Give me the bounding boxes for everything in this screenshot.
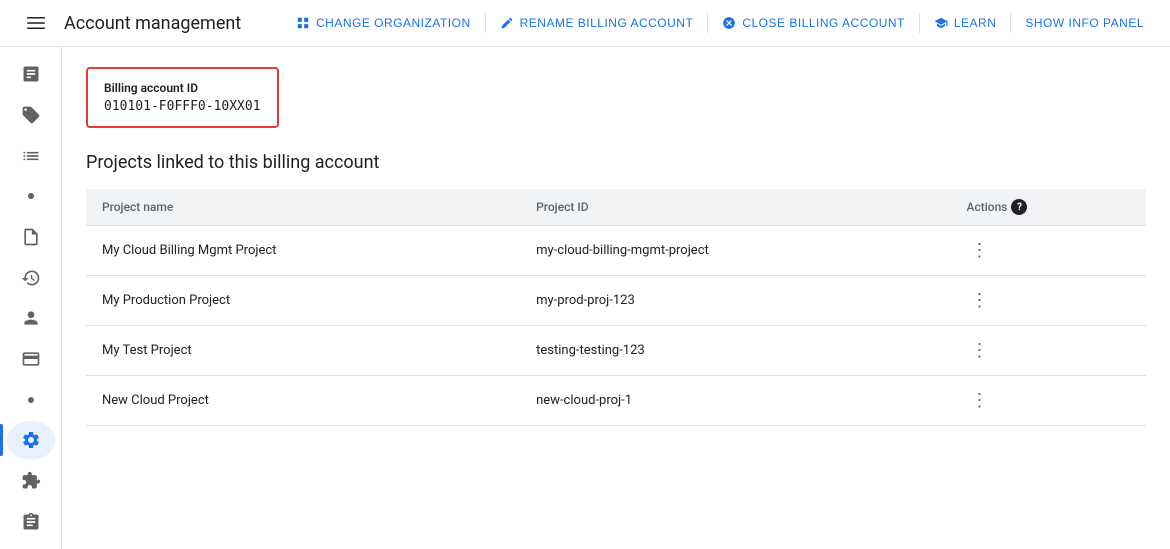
table-header: Project name Project ID Actions ?	[86, 189, 1146, 226]
main-content: Billing account ID 010101-F0FFF0-10XX01 …	[62, 47, 1170, 549]
sidebar-item-extensions[interactable]	[7, 462, 55, 501]
more-options-button[interactable]: ⋮	[967, 336, 1131, 365]
main-layout: Billing account ID 010101-F0FFF0-10XX01 …	[0, 47, 1170, 549]
sidebar-item-dot2	[7, 380, 55, 419]
sidebar-item-reports[interactable]	[7, 136, 55, 175]
table-row: My Test Project testing-testing-123 ⋮	[86, 326, 1146, 376]
sidebar-item-dot1	[7, 177, 55, 216]
learn-button[interactable]: LEARN	[924, 10, 1007, 36]
col-project-id: Project ID	[520, 189, 950, 226]
sidebar-item-invoices[interactable]	[7, 218, 55, 257]
more-options-button[interactable]: ⋮	[967, 286, 1131, 315]
sidebar	[0, 47, 62, 549]
actions-cell: ⋮	[951, 376, 1147, 426]
billing-id-label: Billing account ID	[104, 81, 261, 95]
project-id-cell: my-cloud-billing-mgmt-project	[520, 226, 950, 276]
sidebar-item-users[interactable]	[7, 299, 55, 338]
project-name-cell: My Cloud Billing Mgmt Project	[86, 226, 520, 276]
project-id-cell: new-cloud-proj-1	[520, 376, 950, 426]
divider-3	[919, 13, 920, 33]
sidebar-item-tags[interactable]	[7, 96, 55, 135]
change-org-button[interactable]: CHANGE ORGANIZATION	[286, 10, 481, 36]
billing-id-value: 010101-F0FFF0-10XX01	[104, 99, 261, 114]
billing-id-card: Billing account ID 010101-F0FFF0-10XX01	[86, 67, 279, 128]
project-id-cell: testing-testing-123	[520, 326, 950, 376]
col-project-name: Project name	[86, 189, 520, 226]
section-title: Projects linked to this billing account	[86, 152, 1146, 173]
actions-help-icon[interactable]: ?	[1011, 199, 1027, 215]
sidebar-item-commitments[interactable]	[7, 502, 55, 541]
project-name-cell: New Cloud Project	[86, 376, 520, 426]
project-id-cell: my-prod-proj-123	[520, 276, 950, 326]
divider-2	[707, 13, 708, 33]
project-name-cell: My Test Project	[86, 326, 520, 376]
actions-cell: ⋮	[951, 326, 1147, 376]
table-row: New Cloud Project new-cloud-proj-1 ⋮	[86, 376, 1146, 426]
table-row: My Production Project my-prod-proj-123 ⋮	[86, 276, 1146, 326]
actions-cell: ⋮	[951, 226, 1147, 276]
projects-table: Project name Project ID Actions ? My Clo…	[86, 189, 1146, 426]
divider-1	[485, 13, 486, 33]
topbar: Account management CHANGE ORGANIZATION R…	[0, 0, 1170, 47]
table-row: My Cloud Billing Mgmt Project my-cloud-b…	[86, 226, 1146, 276]
more-options-button[interactable]: ⋮	[967, 386, 1131, 415]
actions-cell: ⋮	[951, 276, 1147, 326]
rename-billing-button[interactable]: RENAME BILLING ACCOUNT	[490, 10, 704, 36]
sidebar-item-payment[interactable]	[7, 340, 55, 379]
sidebar-item-settings[interactable]	[7, 421, 55, 460]
sidebar-item-history[interactable]	[7, 258, 55, 297]
table-body: My Cloud Billing Mgmt Project my-cloud-b…	[86, 226, 1146, 426]
close-billing-button[interactable]: CLOSE BILLING ACCOUNT	[712, 10, 915, 36]
divider-4	[1010, 13, 1011, 33]
project-name-cell: My Production Project	[86, 276, 520, 326]
col-actions: Actions ?	[951, 189, 1147, 226]
more-options-button[interactable]: ⋮	[967, 236, 1131, 265]
hamburger-menu[interactable]	[16, 3, 56, 43]
show-info-panel-button[interactable]: SHOW INFO PANEL	[1015, 10, 1154, 36]
page-title: Account management	[64, 13, 241, 34]
sidebar-item-overview[interactable]	[7, 55, 55, 94]
